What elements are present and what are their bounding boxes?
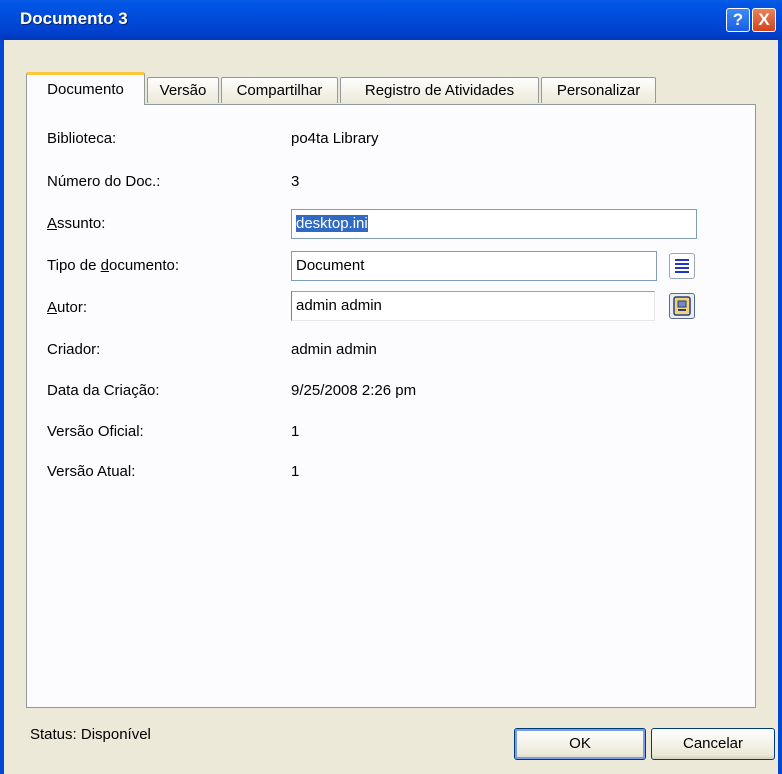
documento-tab-panel: Biblioteca: po4ta Library Número do Doc.… [26,104,756,708]
versao-atual-value: 1 [291,463,300,480]
assunto-label-rest: ssunto: [57,215,106,232]
autor-label: Autor: [47,299,87,316]
criador-value: admin admin [291,341,377,358]
assunto-label: Assunto: [47,215,105,232]
help-button[interactable]: ? [726,8,750,32]
document-properties-dialog: Documento 3 ? X Documento Versão Compart… [0,0,782,774]
cancel-button[interactable]: Cancelar [651,728,775,760]
list-icon [675,259,689,273]
data-criacao-label: Data da Criação: [47,382,160,399]
tab-compartilhar[interactable]: Compartilhar [221,77,338,103]
versao-atual-label: Versão Atual: [47,463,136,480]
tab-versao[interactable]: Versão [147,77,219,103]
data-criacao-value: 9/25/2008 2:26 pm [291,382,417,399]
address-book-icon [673,296,691,316]
numero-doc-value: 3 [291,173,300,190]
ok-button[interactable]: OK [514,728,646,760]
tipo-documento-label-rest: ocumento: [109,257,180,274]
tab-registro-de-atividades[interactable]: Registro de Atividades [340,77,539,103]
tab-documento[interactable]: Documento [26,72,145,105]
tipo-documento-input-value: Document [296,257,365,274]
close-icon: X [758,10,770,29]
tipo-documento-label: Tipo de documento: [47,257,179,274]
window-border-left [0,40,4,774]
close-button[interactable]: X [752,8,776,32]
tipo-documento-input[interactable]: Document [291,251,657,281]
window-title: Documento 3 [20,9,128,28]
numero-doc-label: Número do Doc.: [47,173,161,190]
tipo-documento-label-prefix: Tipo de [47,257,101,274]
status-text: Status: Disponível [30,726,151,743]
assunto-input-value: desktop.ini [296,215,368,232]
autor-label-rest: utor: [57,299,88,316]
assunto-label-hotkey: A [47,215,58,232]
autor-address-book-button[interactable] [669,293,695,319]
biblioteca-label: Biblioteca: [47,130,117,147]
title-bar[interactable]: Documento 3 ? X [0,0,782,40]
window-border-right [778,40,782,774]
criador-label: Criador: [47,341,101,358]
help-icon: ? [732,10,744,29]
assunto-input[interactable]: desktop.ini [291,209,697,239]
autor-input-value: admin admin [296,297,382,314]
tab-personalizar[interactable]: Personalizar [541,77,656,103]
versao-oficial-value: 1 [291,423,300,440]
tipo-documento-label-hotkey: d [100,257,109,274]
autor-label-hotkey: A [47,299,58,316]
autor-input[interactable]: admin admin [291,291,655,321]
tipo-documento-picker-button[interactable] [669,253,695,279]
biblioteca-value: po4ta Library [291,130,379,147]
versao-oficial-label: Versão Oficial: [47,423,144,440]
